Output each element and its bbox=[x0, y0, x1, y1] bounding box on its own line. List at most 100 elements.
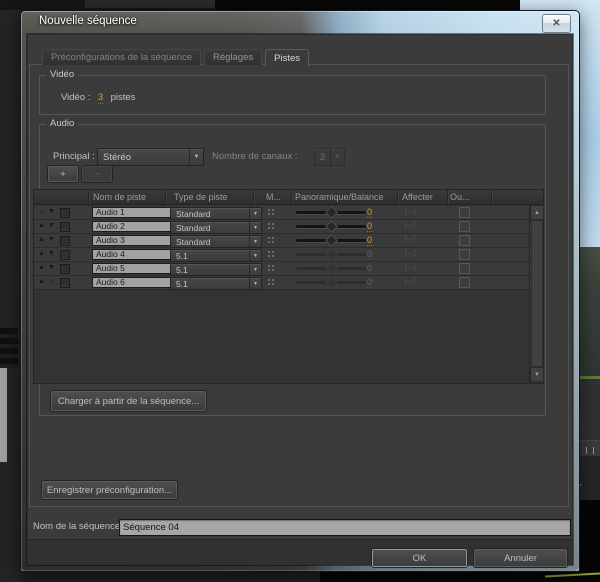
column-separator bbox=[447, 190, 448, 204]
pan-slider[interactable] bbox=[296, 206, 366, 219]
track-name-field[interactable]: Audio 3 bbox=[92, 235, 172, 246]
pan-value[interactable]: 0 bbox=[367, 207, 373, 218]
track-checkbox[interactable] bbox=[60, 208, 70, 218]
cancel-button[interactable]: Annuler bbox=[474, 549, 567, 567]
column-separator bbox=[291, 190, 292, 204]
table-header: Nom de piste Type de piste M... Panorami… bbox=[34, 190, 543, 205]
load-from-sequence-button[interactable]: Charger à partir de la séquence... bbox=[51, 391, 206, 411]
track-type-value: Standard bbox=[176, 236, 211, 247]
pan-slider[interactable] bbox=[296, 220, 366, 233]
track-name-field[interactable]: Audio 4 bbox=[92, 249, 172, 260]
move-down-icon[interactable]: ▼ bbox=[48, 250, 55, 257]
col-track-type: Type de piste bbox=[174, 192, 228, 202]
col-assign: Affecter bbox=[402, 192, 433, 202]
scrollbar-thumb[interactable] bbox=[531, 220, 543, 367]
pan-slider-thumb[interactable] bbox=[325, 234, 338, 247]
assign-icon: |↔| bbox=[405, 208, 416, 215]
tab-sequence-presets[interactable]: Préconfigurations de la séquence bbox=[42, 49, 202, 65]
pan-value[interactable]: 0 bbox=[367, 235, 373, 246]
principal-value: Stéréo bbox=[103, 151, 131, 163]
open-checkbox[interactable] bbox=[459, 235, 470, 246]
app-background-left bbox=[0, 10, 20, 582]
move-down-icon[interactable]: ▼ bbox=[48, 208, 55, 215]
col-pan-balance: Panoramique/Balance bbox=[295, 192, 384, 202]
move-up-icon[interactable]: ▲ bbox=[38, 236, 45, 243]
move-up-icon[interactable]: ▲ bbox=[38, 264, 45, 271]
track-checkbox[interactable] bbox=[60, 250, 70, 260]
chevron-down-icon: ▼ bbox=[249, 278, 261, 289]
open-checkbox[interactable] bbox=[459, 207, 470, 218]
open-checkbox[interactable] bbox=[459, 277, 470, 288]
app-chrome-tab bbox=[85, 0, 215, 8]
track-row-audio-5: ▲ ▼ Audio 5 5.1 ▼ 0 |↔| bbox=[34, 262, 529, 276]
track-name-field[interactable]: Audio 5 bbox=[92, 263, 172, 274]
principal-dropdown[interactable]: Stéréo ▼ bbox=[97, 148, 204, 166]
track-type-dropdown[interactable]: Standard ▼ bbox=[170, 235, 262, 248]
ok-button[interactable]: OK bbox=[372, 549, 467, 567]
pan-slider-thumb[interactable] bbox=[325, 220, 338, 233]
remove-track-button: − bbox=[82, 166, 112, 182]
chevron-down-icon: ▼ bbox=[189, 149, 203, 165]
output-assign-icon bbox=[267, 278, 276, 287]
track-type-dropdown[interactable]: 5.1 ▼ bbox=[170, 277, 262, 290]
column-separator bbox=[491, 190, 492, 204]
track-row-audio-6: ▲ ▼ Audio 6 5.1 ▼ 0 |↔| bbox=[34, 276, 529, 290]
tab-tracks[interactable]: Pistes bbox=[265, 49, 310, 67]
table-scrollbar[interactable]: ▲ ▼ bbox=[529, 205, 544, 382]
video-tracks-value[interactable]: 3 bbox=[97, 92, 104, 104]
track-type-dropdown[interactable]: 5.1 ▼ bbox=[170, 249, 262, 262]
track-checkbox[interactable] bbox=[60, 236, 70, 246]
track-row-audio-3: ▲ ▼ Audio 3 Standard ▼ 0 |↔| bbox=[34, 234, 529, 248]
track-name-field[interactable]: Audio 2 bbox=[92, 221, 172, 232]
move-up-icon[interactable]: ▲ bbox=[38, 278, 45, 285]
assign-icon: |↔| bbox=[405, 222, 416, 229]
dialog-body: Préconfigurations de la séquence Réglage… bbox=[27, 34, 573, 567]
track-checkbox[interactable] bbox=[60, 278, 70, 288]
chevron-down-icon: ▼ bbox=[249, 222, 261, 233]
add-track-button[interactable]: + bbox=[48, 166, 78, 182]
open-checkbox[interactable] bbox=[459, 263, 470, 274]
track-type-dropdown[interactable]: 5.1 ▼ bbox=[170, 263, 262, 276]
chevron-down-icon: ▼ bbox=[330, 149, 344, 165]
principal-label: Principal : bbox=[53, 151, 95, 162]
track-type-value: 5.1 bbox=[176, 250, 188, 261]
track-checkbox[interactable] bbox=[60, 264, 70, 274]
tab-settings[interactable]: Réglages bbox=[204, 49, 263, 65]
pan-value[interactable]: 0 bbox=[367, 221, 373, 232]
move-down-icon[interactable]: ▼ bbox=[48, 222, 55, 229]
move-down-icon[interactable]: ▼ bbox=[48, 264, 55, 271]
track-type-dropdown[interactable]: Standard ▼ bbox=[170, 207, 262, 220]
open-checkbox[interactable] bbox=[459, 221, 470, 232]
app-left-scrollbar[interactable] bbox=[0, 368, 7, 462]
track-name-field[interactable]: Audio 6 bbox=[92, 277, 172, 288]
close-button[interactable]: ✕ bbox=[542, 14, 571, 33]
output-assign-icon bbox=[267, 250, 276, 259]
pan-slider-thumb[interactable] bbox=[325, 206, 338, 219]
pan-value: 0 bbox=[367, 249, 373, 260]
track-type-value: 5.1 bbox=[176, 264, 188, 275]
pan-value: 0 bbox=[367, 263, 373, 274]
video-group: Vidéo Vidéo : 3 pistes bbox=[39, 69, 546, 115]
track-checkbox[interactable] bbox=[60, 222, 70, 232]
close-icon: ✕ bbox=[552, 17, 561, 29]
save-preset-button[interactable]: Enregistrer préconfiguration... bbox=[42, 481, 177, 499]
dialog-title: Nouvelle séquence bbox=[39, 15, 137, 27]
pan-slider bbox=[296, 262, 366, 275]
channels-label: Nombre de canaux : bbox=[212, 151, 298, 162]
pan-slider[interactable] bbox=[296, 234, 366, 247]
sequence-name-input[interactable] bbox=[119, 519, 571, 536]
channels-dropdown: 2 ▼ bbox=[314, 148, 345, 166]
move-up-icon[interactable]: ▲ bbox=[38, 250, 45, 257]
track-name-field[interactable]: Audio 1 bbox=[92, 207, 172, 218]
move-up-icon[interactable]: ▲ bbox=[38, 222, 45, 229]
assign-icon: |↔| bbox=[405, 236, 416, 243]
scroll-down-icon[interactable]: ▼ bbox=[530, 367, 544, 382]
move-down-icon[interactable]: ▼ bbox=[48, 236, 55, 243]
open-checkbox[interactable] bbox=[459, 249, 470, 260]
track-type-value: 5.1 bbox=[176, 278, 188, 289]
scroll-up-icon[interactable]: ▲ bbox=[530, 205, 544, 220]
app-left-stripes bbox=[0, 328, 18, 368]
col-track-name: Nom de piste bbox=[93, 192, 147, 202]
output-assign-icon bbox=[267, 222, 276, 231]
track-type-dropdown[interactable]: Standard ▼ bbox=[170, 221, 262, 234]
